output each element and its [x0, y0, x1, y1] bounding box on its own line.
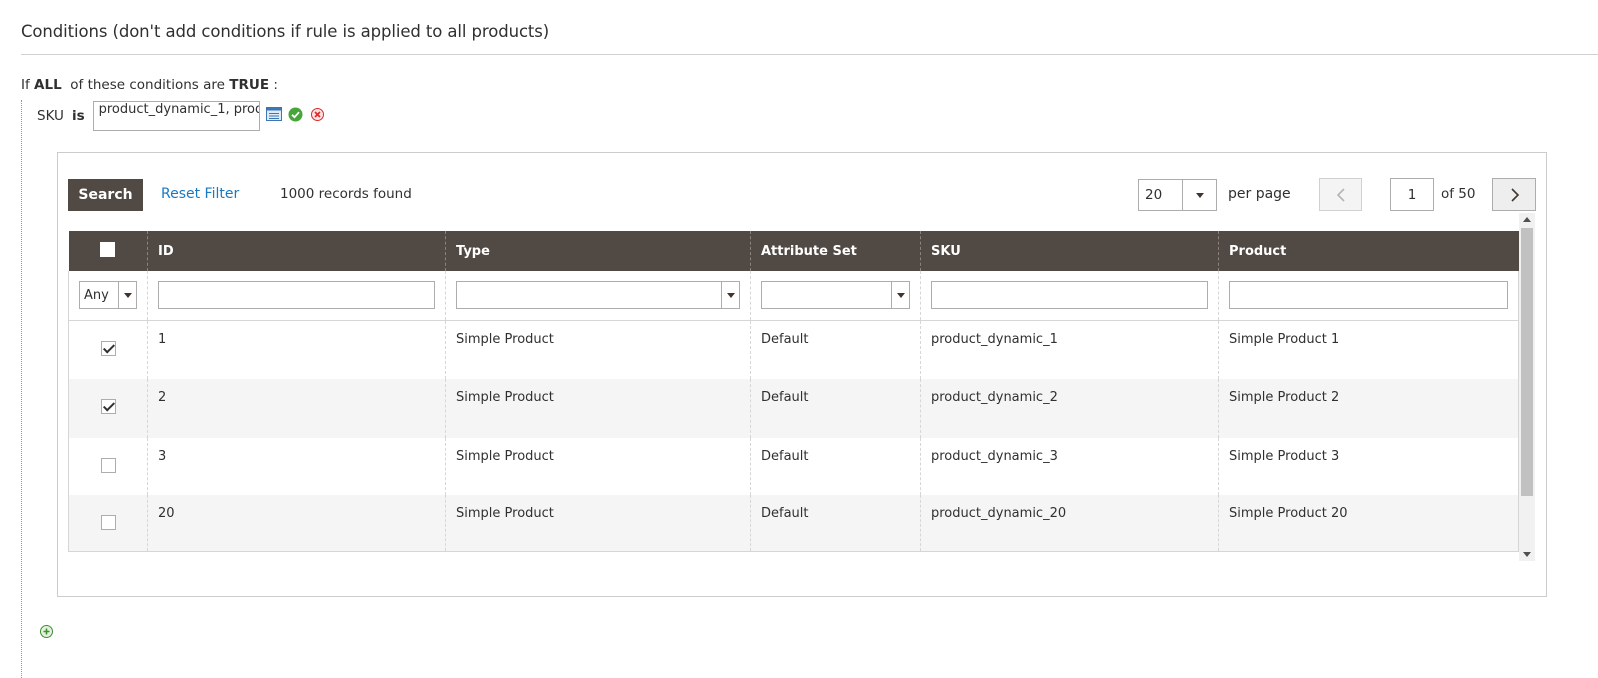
mass-select-filter-value: Any	[84, 288, 109, 304]
column-header-product[interactable]: Product	[1218, 231, 1519, 271]
remove-x-icon[interactable]	[310, 107, 324, 125]
attribute-set-filter-dropdown-button[interactable]	[891, 282, 909, 309]
total-pages-label: of 50	[1441, 186, 1476, 202]
section-divider	[21, 54, 1598, 55]
table-row[interactable]: 20 Simple Product Default product_dynami…	[68, 495, 1519, 552]
cell-id: 20	[147, 495, 446, 552]
aggregator-toggle[interactable]: ALL	[34, 77, 62, 93]
cell-id: 3	[147, 438, 446, 495]
row-select-cell	[68, 379, 148, 438]
current-page-input[interactable]: 1	[1390, 178, 1434, 211]
chevron-right-icon	[1511, 188, 1520, 202]
sku-filter-input[interactable]	[931, 281, 1208, 310]
cell-type: Simple Product	[445, 379, 751, 438]
chevron-down-icon	[896, 293, 905, 299]
if-label: If	[21, 77, 30, 93]
type-filter-dropdown-button[interactable]	[721, 282, 739, 309]
cell-type: Simple Product	[445, 495, 751, 552]
scroll-down-icon	[1523, 552, 1531, 557]
column-header-type[interactable]: Type	[445, 231, 751, 271]
products-grid: ID Type Attribute Set SKU Product Any 1 …	[68, 231, 1519, 552]
cell-type: Simple Product	[445, 438, 751, 495]
per-page-value: 20	[1145, 187, 1163, 203]
column-header-id[interactable]: ID	[147, 231, 446, 271]
chevron-down-icon	[1195, 193, 1204, 198]
grid-filter-row: Any	[68, 271, 1519, 321]
condition-suffix: :	[273, 77, 278, 93]
cell-sku: product_dynamic_1	[920, 320, 1219, 379]
per-page-dropdown-button[interactable]	[1182, 180, 1216, 210]
sku-filter-cell	[920, 271, 1219, 321]
value-toggle[interactable]: TRUE	[229, 77, 269, 93]
cell-attribute-set: Default	[750, 379, 921, 438]
cell-product: Simple Product 3	[1218, 438, 1519, 495]
cell-sku: product_dynamic_2	[920, 379, 1219, 438]
row-checkbox[interactable]	[100, 515, 116, 530]
chevron-left-icon	[1336, 188, 1345, 202]
mass-select-header[interactable]	[68, 231, 148, 271]
condition-middle-text: of these conditions are	[70, 77, 225, 93]
row-checkbox[interactable]	[100, 399, 116, 414]
scroll-up-icon	[1523, 217, 1531, 222]
attribute-set-filter-cell	[750, 271, 921, 321]
sku-operator[interactable]: is	[72, 108, 85, 124]
row-checkbox[interactable]	[100, 340, 116, 356]
mass-select-dropdown-button[interactable]	[118, 282, 136, 309]
per-page-select[interactable]: 20	[1138, 179, 1217, 211]
chevron-down-icon	[726, 293, 735, 299]
id-filter-cell	[147, 271, 446, 321]
reset-filter-link[interactable]: Reset Filter	[161, 186, 239, 202]
type-filter-cell	[445, 271, 751, 321]
attribute-set-filter-select[interactable]	[761, 281, 910, 310]
row-select-cell	[68, 495, 148, 552]
column-header-sku[interactable]: SKU	[920, 231, 1219, 271]
chooser-list-icon[interactable]	[265, 107, 282, 125]
scrollbar-thumb[interactable]	[1521, 228, 1533, 496]
product-filter-cell	[1218, 271, 1519, 321]
row-checkbox[interactable]	[100, 458, 116, 473]
cell-sku: product_dynamic_20	[920, 495, 1219, 552]
cell-product: Simple Product 2	[1218, 379, 1519, 438]
sku-value-input[interactable]: product_dynamic_1, product_dynamic_2	[92, 101, 260, 131]
records-found: 1000 records found	[280, 186, 412, 202]
condition-aggregator-line: If ALL of these conditions are TRUE :	[21, 77, 278, 93]
grid-header-row: ID Type Attribute Set SKU Product	[68, 231, 1519, 271]
cell-product: Simple Product 20	[1218, 495, 1519, 552]
section-title: Conditions (don't add conditions if rule…	[21, 22, 550, 41]
search-button[interactable]: Search	[68, 179, 143, 211]
apply-check-icon[interactable]	[288, 107, 303, 126]
table-row[interactable]: 2 Simple Product Default product_dynamic…	[68, 379, 1519, 438]
cell-id: 2	[147, 379, 446, 438]
sku-attribute-label[interactable]: SKU	[37, 108, 64, 124]
column-header-attribute-set[interactable]: Attribute Set	[750, 231, 921, 271]
type-filter-select[interactable]	[456, 281, 740, 310]
cell-attribute-set: Default	[750, 438, 921, 495]
sku-condition-row: SKU is product_dynamic_1, product_dynami…	[37, 101, 324, 131]
grid-scrollbar[interactable]	[1519, 213, 1535, 561]
cell-attribute-set: Default	[750, 495, 921, 552]
select-all-checkbox[interactable]	[100, 241, 116, 257]
mass-select-filter[interactable]: Any	[79, 281, 137, 310]
cell-type: Simple Product	[445, 320, 751, 379]
per-page-label: per page	[1228, 186, 1291, 202]
cell-attribute-set: Default	[750, 320, 921, 379]
chevron-down-icon	[123, 293, 132, 299]
previous-page-button[interactable]	[1319, 178, 1362, 211]
add-condition-icon[interactable]	[40, 625, 53, 642]
product-filter-input[interactable]	[1229, 281, 1508, 310]
id-filter-input[interactable]	[158, 281, 435, 310]
row-select-cell	[68, 438, 148, 495]
condition-tree-line	[21, 100, 22, 678]
cell-sku: product_dynamic_3	[920, 438, 1219, 495]
cell-product: Simple Product 1	[1218, 320, 1519, 379]
table-row[interactable]: 1 Simple Product Default product_dynamic…	[68, 320, 1519, 379]
mass-select-filter-cell: Any	[68, 271, 148, 321]
row-select-cell	[68, 320, 148, 379]
next-page-button[interactable]	[1492, 178, 1536, 211]
cell-id: 1	[147, 320, 446, 379]
table-row[interactable]: 3 Simple Product Default product_dynamic…	[68, 438, 1519, 495]
